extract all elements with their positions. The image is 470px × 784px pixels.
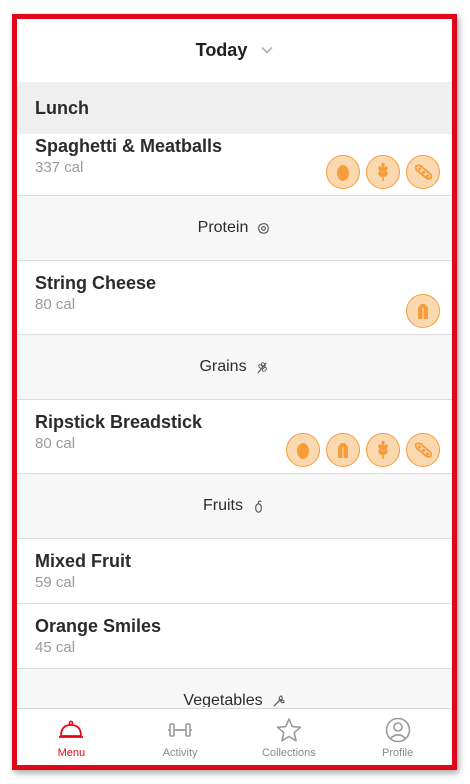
item-name: Orange Smiles: [35, 616, 162, 636]
wheat-icon: [366, 155, 400, 189]
item-name: Ripstick Breadstick: [35, 412, 203, 432]
category-label: Fruits: [203, 497, 243, 514]
item-calories: 45 cal: [35, 639, 76, 656]
tab-label: Collections: [261, 747, 316, 759]
milk-icon: [406, 294, 440, 328]
menu-item[interactable]: Mixed Fruit 59 cal: [17, 539, 452, 604]
vegetables-icon: [272, 694, 285, 707]
allergen-icons: [286, 433, 440, 467]
wheat-icon: [366, 433, 400, 467]
tab-profile[interactable]: Profile: [343, 709, 452, 765]
tab-menu[interactable]: Menu: [17, 709, 126, 765]
category-divider-grains: Grains: [17, 335, 452, 400]
category-divider-fruits: Fruits: [17, 474, 452, 539]
item-name: String Cheese: [35, 273, 157, 293]
tab-label: Profile: [382, 747, 414, 759]
menu-item[interactable]: Spaghetti & Meatballs 337 cal: [17, 134, 452, 196]
category-label: Protein: [197, 219, 249, 236]
category-label: Vegetables: [183, 692, 263, 707]
fruits-icon: [255, 499, 262, 513]
chevron-down-icon: [261, 46, 273, 54]
dumbbell-icon: [168, 723, 193, 737]
soy-icon: [406, 155, 440, 189]
egg-icon: [286, 433, 320, 467]
soy-icon: [406, 433, 440, 467]
tab-bar: Menu Activity Collections Profile: [17, 708, 452, 765]
tab-activity[interactable]: Activity: [126, 709, 235, 765]
egg-icon: [326, 155, 360, 189]
date-selector[interactable]: Today: [17, 19, 452, 82]
milk-icon: [326, 433, 360, 467]
grains-icon: [256, 361, 267, 373]
allergen-icons: [326, 155, 440, 189]
tab-collections[interactable]: Collections: [235, 709, 344, 765]
tab-label: Menu: [57, 747, 86, 759]
category-label: Grains: [199, 358, 247, 375]
menu-item[interactable]: Ripstick Breadstick 80 cal: [17, 400, 452, 474]
item-name: Mixed Fruit: [35, 551, 132, 571]
item-calories: 59 cal: [35, 574, 76, 591]
item-name: Spaghetti & Meatballs: [35, 136, 223, 156]
protein-icon: [258, 222, 270, 234]
page-title: Today: [195, 40, 248, 60]
allergen-icons: [406, 294, 440, 328]
person-icon: [385, 717, 410, 743]
section-title: Lunch: [17, 82, 452, 134]
menu-item[interactable]: String Cheese 80 cal: [17, 261, 452, 335]
tab-label: Activity: [162, 747, 198, 759]
cloche-icon: [59, 720, 84, 738]
menu-item[interactable]: Orange Smiles 45 cal: [17, 604, 452, 669]
category-divider-vegetables: Vegetables: [17, 669, 452, 707]
category-divider-protein: Protein: [17, 196, 452, 261]
star-icon: [276, 718, 302, 742]
app-frame: Today Lunch Spaghetti & Meatballs 337 ca…: [12, 14, 457, 770]
item-calories: 80 cal: [35, 296, 76, 313]
menu-list[interactable]: Lunch Spaghetti & Meatballs 337 cal Prot…: [17, 82, 452, 707]
